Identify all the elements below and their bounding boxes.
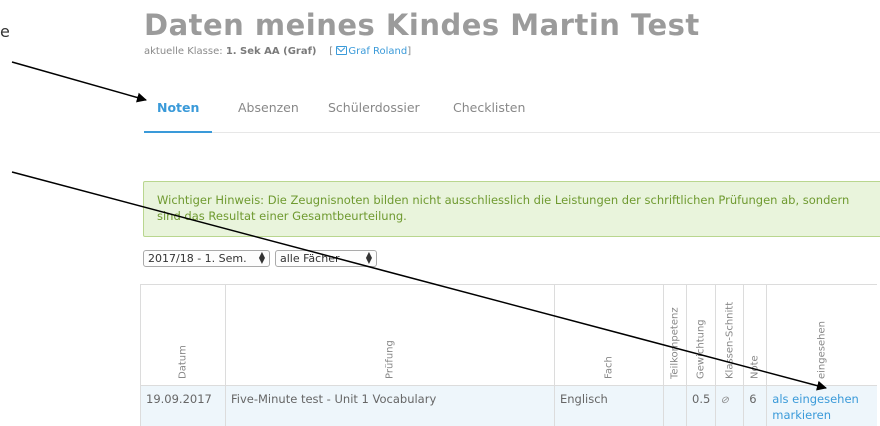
cell-gewichtung: 0.5 (685, 385, 717, 426)
tab-noten[interactable]: Noten (144, 100, 213, 133)
semester-select[interactable]: 2017/18 - 1. Sem. ▲ ▼ (143, 250, 270, 267)
teacher-email-link[interactable]: Graf Roland (336, 46, 407, 57)
grades-table: Datum Prüfung Fach Teilkompetenz Gewicht… (140, 284, 878, 426)
cropped-text-fragment: e (0, 22, 10, 41)
class-value: 1. Sek AA (Graf) (225, 46, 317, 57)
tab-absenzen[interactable]: Absenzen (238, 100, 299, 131)
class-info: aktuelle Klasse: 1. Sek AA (Graf) [ Graf… (144, 46, 411, 57)
annotation-arrow-to-tab (11, 61, 147, 103)
tab-schuelerdossier[interactable]: Schülerdossier (328, 100, 420, 131)
tab-checklisten[interactable]: Checklisten (453, 100, 525, 131)
select-arrows-icon: ▲ ▼ (365, 250, 372, 265)
select-arrows-icon: ▲ ▼ (258, 250, 265, 265)
mark-as-seen-link[interactable]: als eingesehen markieren (766, 385, 878, 426)
notice-box: Wichtiger Hinweis: Die Zeugnisnoten bild… (143, 181, 880, 237)
tab-bar: Noten Absenzen Schülerdossier Checkliste… (144, 84, 880, 133)
teacher-bracket-close: ] (407, 46, 412, 57)
page-title: Daten meines Kindes Martin Test (144, 8, 700, 42)
column-header-gewichtung[interactable]: Gewichtung (685, 284, 717, 386)
cell-note: 6 (743, 385, 768, 426)
class-label: aktuelle Klasse: (144, 46, 226, 57)
screen: e Daten meines Kindes Martin Test aktuel… (0, 0, 880, 426)
cell-klassen-schnitt: ⊘ (715, 385, 745, 426)
subject-select[interactable]: alle Fächer ▲ ▼ (275, 250, 377, 267)
column-header-teilkompetenz[interactable]: Teilkompetenz (663, 284, 687, 386)
teacher-bracket-open: [ (329, 46, 334, 57)
column-header-pruefung[interactable]: Prüfung (225, 284, 555, 386)
column-header-datum[interactable]: Datum (140, 284, 226, 386)
table-row: 19.09.2017 Five-Minute test - Unit 1 Voc… (140, 385, 878, 426)
column-header-note[interactable]: Note (743, 284, 768, 386)
envelope-icon (336, 46, 348, 55)
cell-fach: Englisch (554, 385, 664, 426)
subject-select-value: alle Fächer (280, 252, 340, 265)
cell-pruefung: Five-Minute test - Unit 1 Vocabulary (225, 385, 555, 426)
eye-slash-icon: ⊘ (719, 395, 732, 406)
column-header-klassen-schnitt[interactable]: Klassen-Schnitt (715, 284, 745, 386)
column-header-eingesehen[interactable]: eingesehen (766, 284, 878, 386)
column-header-fach[interactable]: Fach (554, 284, 664, 386)
table-header-row: Datum Prüfung Fach Teilkompetenz Gewicht… (140, 284, 878, 386)
teacher-name: Graf Roland (348, 46, 408, 57)
cell-datum: 19.09.2017 (140, 385, 226, 426)
cell-teilkompetenz (663, 385, 687, 426)
semester-select-value: 2017/18 - 1. Sem. (148, 252, 247, 265)
